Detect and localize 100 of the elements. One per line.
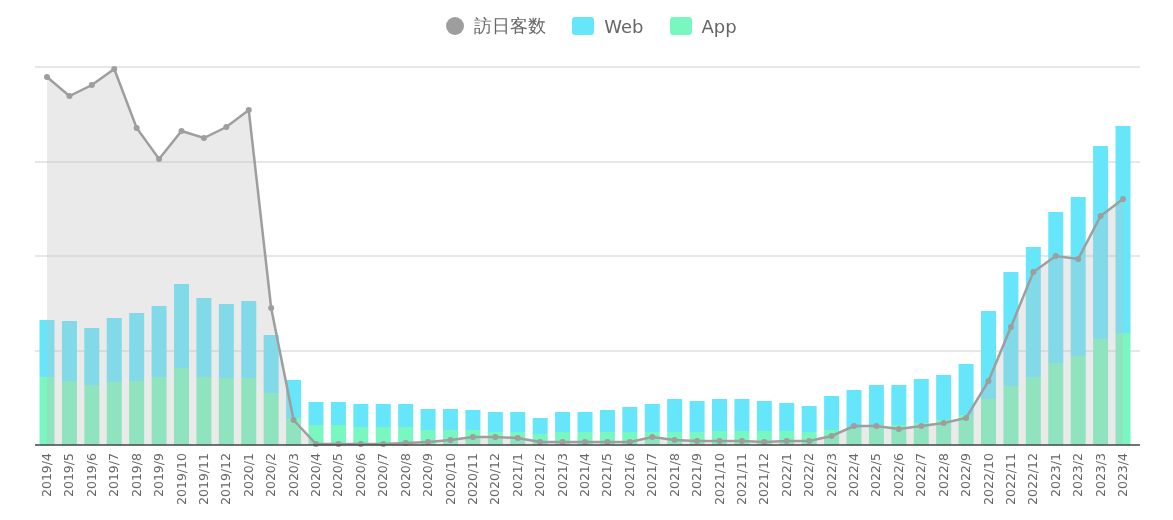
data-point <box>985 378 992 384</box>
x-axis-label: 2020/9 <box>420 453 436 497</box>
web-bar <box>734 399 750 431</box>
web-bar <box>353 404 369 427</box>
data-point <box>694 438 701 444</box>
data-point <box>1052 253 1059 259</box>
data-point <box>940 420 947 426</box>
x-axis-label: 2020/5 <box>330 453 346 497</box>
data-point <box>245 107 252 113</box>
app-bar <box>129 381 145 445</box>
legend-label: 訪日客数 <box>474 14 547 38</box>
web-bar <box>510 412 526 432</box>
x-axis-label: 2019/4 <box>39 453 54 497</box>
data-point <box>469 434 476 440</box>
data-point <box>133 125 140 131</box>
data-point <box>716 438 723 444</box>
app-bar <box>263 393 279 445</box>
data-point <box>851 423 857 429</box>
web-bar <box>891 385 907 425</box>
x-axis-label: 2022/6 <box>890 453 906 497</box>
app-bar <box>981 399 996 445</box>
x-axis-label: 2022/2 <box>801 453 817 497</box>
x-axis-label: 2023/1 <box>1047 453 1063 497</box>
data-point <box>380 441 387 447</box>
web-bar <box>375 404 391 427</box>
x-axis-label: 2022/8 <box>935 453 951 497</box>
x-axis-label: 2021/5 <box>599 453 615 497</box>
data-point <box>537 439 544 445</box>
x-axis-label: 2021/6 <box>621 453 637 497</box>
web-bar <box>61 321 77 381</box>
app-bar <box>61 381 77 445</box>
data-point <box>761 439 768 445</box>
x-axis-label: 2023/2 <box>1070 453 1086 497</box>
data-point <box>447 437 454 443</box>
x-axis-label: 2020/3 <box>285 453 301 497</box>
web-bar <box>532 418 548 434</box>
web-bar <box>622 407 638 432</box>
x-axis-label: 2021/3 <box>554 453 570 497</box>
web-bar <box>555 412 571 432</box>
x-axis-label: 2022/7 <box>913 453 929 497</box>
data-point <box>738 438 745 444</box>
x-axis-label: 2021/12 <box>756 453 772 505</box>
x-axis-label: 2019/5 <box>61 453 77 497</box>
web-bar <box>644 404 660 432</box>
web-bar <box>330 402 346 425</box>
web-bar <box>420 409 436 430</box>
data-point <box>626 439 633 445</box>
x-axis-label: 2021/9 <box>689 453 705 497</box>
x-axis-label: 2023/4 <box>1115 453 1130 497</box>
x-axis-label: 2020/11 <box>464 453 480 505</box>
data-point <box>1007 324 1014 330</box>
web-bar <box>801 406 817 432</box>
web-bar <box>846 390 862 428</box>
x-axis-label: 2019/6 <box>83 453 99 497</box>
x-axis-label: 2022/10 <box>980 453 996 505</box>
data-point <box>1075 256 1082 262</box>
x-axis-label: 2020/7 <box>375 453 391 497</box>
data-point <box>44 74 50 80</box>
web-bar <box>756 401 772 431</box>
x-axis-label: 2022/3 <box>823 453 839 497</box>
data-point <box>1097 213 1104 219</box>
data-point <box>313 441 319 447</box>
web-bar <box>39 320 55 377</box>
x-axis-label: 2021/11 <box>733 453 749 505</box>
x-axis-label: 2019/12 <box>218 453 234 505</box>
data-point <box>514 435 521 441</box>
web-bar <box>712 399 727 431</box>
data-point <box>963 415 970 421</box>
x-axis-label: 2021/10 <box>711 453 727 505</box>
data-point <box>357 441 364 447</box>
web-bar <box>129 313 145 381</box>
app-bar <box>84 385 100 445</box>
data-point <box>178 128 185 134</box>
x-axis-label: 2020/10 <box>442 453 458 505</box>
data-point <box>895 426 902 432</box>
x-axis-label: 2022/12 <box>1025 453 1041 505</box>
data-point <box>66 93 73 99</box>
web-bar <box>667 399 683 432</box>
legend-label: App <box>701 15 737 37</box>
web-bar <box>465 410 481 430</box>
app-bar <box>218 378 234 445</box>
data-point <box>290 417 297 423</box>
x-axis-label: 2020/6 <box>352 453 368 497</box>
x-axis-label: 2020/2 <box>263 453 279 497</box>
x-axis-label: 2021/1 <box>509 453 525 497</box>
web-bar <box>913 379 929 423</box>
x-axis-label: 2019/7 <box>106 453 122 497</box>
x-axis-label: 2020/4 <box>308 453 323 497</box>
app-bar <box>1003 386 1019 445</box>
x-axis-label: 2023/3 <box>1092 453 1108 497</box>
x-axis-label: 2021/4 <box>577 453 592 497</box>
web-bar <box>106 318 122 382</box>
data-point <box>783 438 790 444</box>
data-point <box>268 305 275 311</box>
web-bar <box>84 328 100 385</box>
legend-label: Web <box>604 15 644 37</box>
web-bar <box>308 402 324 425</box>
data-point <box>111 66 118 72</box>
data-point <box>402 440 409 446</box>
data-point <box>671 437 678 443</box>
